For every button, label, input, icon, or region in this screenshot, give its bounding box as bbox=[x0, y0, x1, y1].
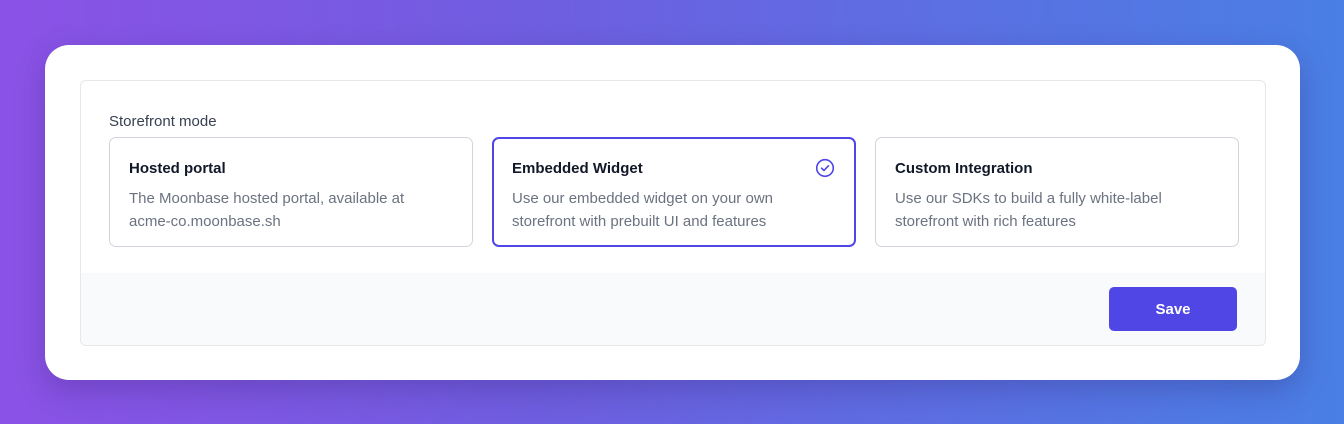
save-button[interactable]: Save bbox=[1109, 287, 1237, 331]
storefront-settings-panel: Storefront mode Hosted portal The Moonba… bbox=[80, 80, 1266, 346]
storefront-mode-options: Hosted portal The Moonbase hosted portal… bbox=[109, 137, 1239, 247]
option-description: Use our embedded widget on your own stor… bbox=[512, 190, 773, 230]
option-embedded-widget[interactable]: Embedded Widget Use our embedded widget … bbox=[492, 137, 856, 247]
option-title: Hosted portal bbox=[129, 160, 226, 177]
option-description: Use our SDKs to build a fully white-labe… bbox=[895, 190, 1162, 230]
option-title: Embedded Widget bbox=[512, 160, 643, 177]
storefront-mode-label: Storefront mode bbox=[109, 113, 217, 130]
settings-card: Storefront mode Hosted portal The Moonba… bbox=[45, 45, 1300, 380]
option-hosted-portal[interactable]: Hosted portal The Moonbase hosted portal… bbox=[109, 137, 473, 247]
check-circle-icon bbox=[815, 158, 835, 178]
option-description: The Moonbase hosted portal, available at… bbox=[129, 190, 405, 230]
option-title: Custom Integration bbox=[895, 160, 1033, 177]
option-custom-integration[interactable]: Custom Integration Use our SDKs to build… bbox=[875, 137, 1239, 247]
panel-footer: Save bbox=[81, 273, 1265, 345]
